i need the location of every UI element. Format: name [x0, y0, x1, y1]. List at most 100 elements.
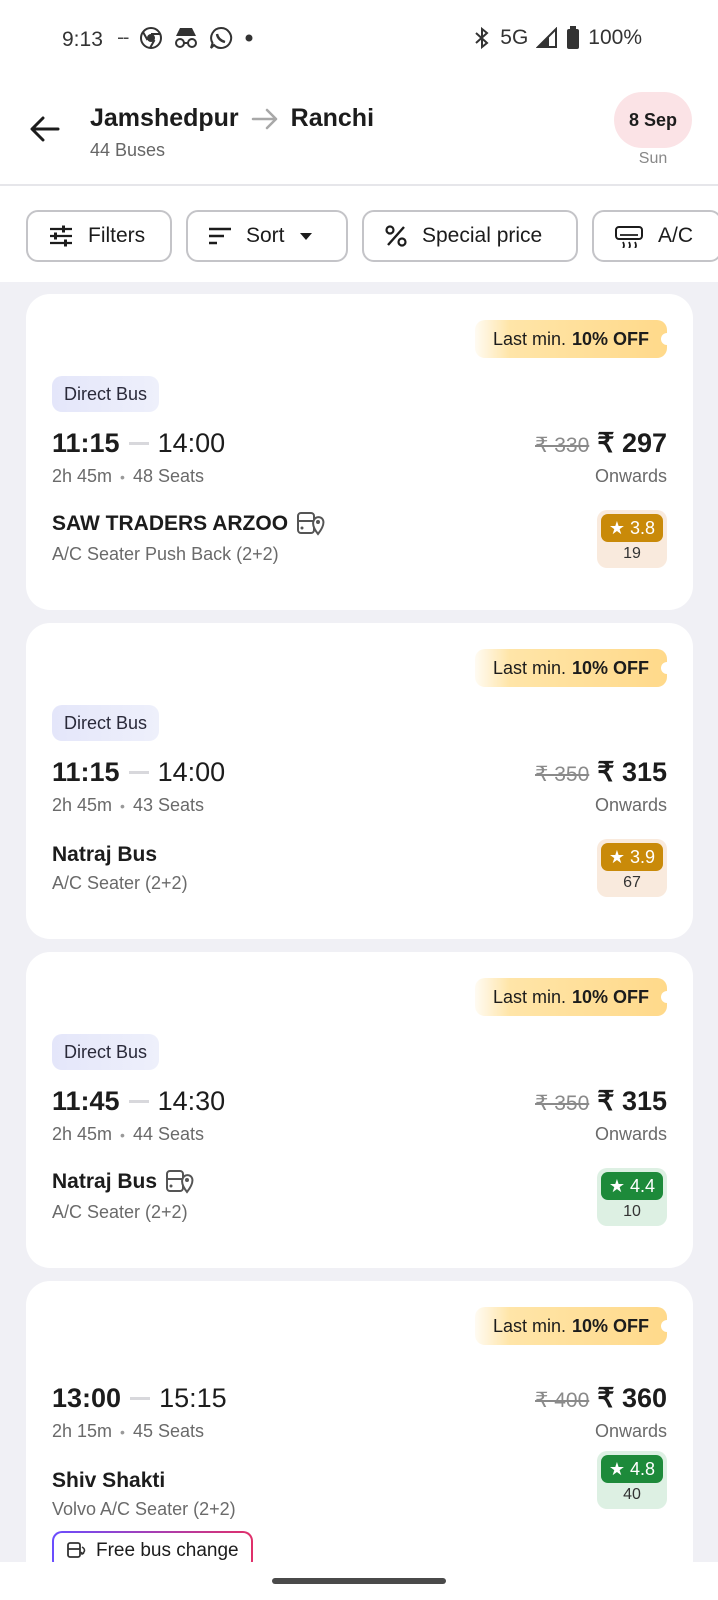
star-icon: ★ [608, 517, 626, 538]
rating-score: ★ 4.4 [601, 1172, 663, 1200]
star-icon: ★ [608, 1458, 626, 1479]
battery-icon [567, 26, 580, 49]
departure-time: 11:45 [52, 1086, 120, 1116]
home-indicator[interactable] [272, 1578, 446, 1584]
rating-score: ★ 4.8 [601, 1455, 663, 1483]
fare: ₹ 350 ₹ 315 [535, 757, 667, 788]
special-price-chip-label: Special price [422, 224, 543, 247]
sort-icon [209, 227, 231, 245]
rating-score: ★ 3.9 [601, 843, 663, 871]
discounted-price: ₹ 315 [597, 757, 667, 787]
offer-prefix: Last min. [492, 1315, 566, 1336]
offer-prefix: Last min. [492, 657, 566, 678]
battery-level: 100% [588, 26, 642, 49]
time-separator [128, 442, 149, 445]
offer-prefix: Last min. [492, 986, 566, 1007]
rating-badge[interactable]: ★ 4.8 40 [597, 1451, 667, 1509]
arrival-time: 15:15 [159, 1383, 227, 1413]
route-header: Jamshedpur Ranchi 44 Buses 8 Sep Sun [0, 88, 718, 184]
filters-chip[interactable]: Filters [26, 210, 172, 262]
rating-count: 19 [623, 545, 641, 562]
price-note: Onwards [594, 1124, 667, 1144]
offer-badge: Last min. 10% OFF [474, 320, 673, 358]
offer-prefix: Last min. [492, 328, 566, 349]
offer-badge: Last min. 10% OFF [474, 649, 673, 687]
offer-discount: 10% OFF [571, 1315, 649, 1336]
time-separator [130, 1397, 151, 1400]
offer-discount: 10% OFF [571, 657, 649, 678]
journey-times: 11:45 14:30 [52, 1086, 225, 1117]
date-weekday: Sun [638, 150, 668, 167]
price-note: Onwards [594, 1421, 667, 1441]
rating-badge[interactable]: ★ 4.4 10 [597, 1168, 667, 1226]
header-divider [0, 184, 718, 186]
seats-available: 45 Seats [132, 1421, 205, 1441]
journey-times: 11:15 14:00 [52, 757, 225, 788]
seats-available: 48 Seats [132, 466, 205, 486]
bus-card[interactable]: Last min. 10% OFF Direct Bus 11:45 14:30 … [26, 952, 693, 1268]
bus-type: A/C Seater (2+2) [52, 873, 188, 893]
bus-card[interactable]: Last min. 10% OFF Direct Bus 11:15 14:00 … [26, 623, 693, 939]
sort-chip-label: Sort [246, 224, 285, 247]
network-type: 5G [500, 26, 529, 49]
journey-meta: 2h 45m • 44 Seats [52, 1124, 205, 1144]
duration: 2h 15m [52, 1421, 113, 1441]
status-time: 9:13 [62, 28, 103, 51]
destination-city: Ranchi [290, 104, 375, 132]
bus-type: Volvo A/C Seater (2+2) [52, 1499, 236, 1519]
bus-card[interactable]: Last min. 10% OFF 13:00 15:15 2h 15m • 45 S… [26, 1281, 693, 1600]
ac-chip[interactable]: A/C [592, 210, 718, 262]
free-bus-change-label: Free bus change [96, 1540, 239, 1561]
duration: 2h 45m [52, 1124, 113, 1144]
sort-chip[interactable]: Sort [186, 210, 348, 262]
operator-name: SAW TRADERS ARZOO [52, 512, 289, 535]
journey-meta: 2h 15m • 45 Seats [52, 1421, 205, 1441]
time-separator [128, 1100, 149, 1103]
operator: Shiv Shakti [52, 1469, 165, 1493]
date-selector[interactable]: 8 Sep [614, 92, 692, 148]
arrival-time: 14:00 [157, 757, 226, 787]
direct-bus-tag: Direct Bus [52, 376, 160, 412]
special-price-chip[interactable]: Special price [362, 210, 578, 262]
caret-down-icon [299, 233, 312, 240]
offer-discount: 10% OFF [571, 328, 649, 349]
route-title: Jamshedpur Ranchi [90, 104, 374, 133]
original-price: ₹ 350 [535, 1092, 590, 1115]
operator: Natraj Bus [52, 843, 157, 867]
star-icon: ★ [608, 846, 626, 867]
chrome-icon [140, 27, 162, 49]
departure-time: 11:15 [52, 428, 120, 458]
live-tracking-icon [297, 512, 325, 536]
original-price: ₹ 350 [535, 763, 590, 786]
time-separator [128, 771, 149, 774]
journey-meta: 2h 45m • 48 Seats [52, 466, 205, 486]
duration: 2h 45m [52, 466, 113, 486]
operator: Natraj Bus [52, 1168, 195, 1196]
rating-count: 67 [623, 874, 641, 891]
back-arrow-icon[interactable] [28, 112, 62, 146]
offer-badge: Last min. 10% OFF [474, 978, 673, 1016]
filters-chip-label: Filters [88, 224, 146, 247]
fare: ₹ 350 ₹ 315 [535, 1086, 667, 1117]
live-tracking-icon [166, 1170, 194, 1194]
percent-icon [385, 225, 407, 247]
system-status: 5G 100% [472, 26, 642, 50]
operator: SAW TRADERS ARZOO [52, 510, 326, 538]
discounted-price: ₹ 297 [597, 428, 667, 458]
duration: 2h 45m [52, 795, 113, 815]
bluetooth-icon [475, 26, 489, 50]
rating-badge[interactable]: ★ 3.9 67 [597, 839, 667, 897]
fare: ₹ 400 ₹ 360 [535, 1383, 667, 1414]
rating-count: 10 [623, 1203, 641, 1220]
arrival-time: 14:00 [157, 428, 226, 458]
offer-discount: 10% OFF [571, 986, 649, 1007]
rating-badge[interactable]: ★ 3.8 19 [597, 510, 667, 568]
notification-icons: ▬▬ [118, 26, 255, 50]
journey-times: 11:15 14:00 [52, 428, 225, 459]
bus-card[interactable]: Last min. 10% OFF Direct Bus 11:15 14:00 … [26, 294, 693, 610]
discounted-price: ₹ 360 [597, 1383, 667, 1413]
rating-count: 40 [623, 1486, 641, 1503]
mini-notification-icon: ▬▬ [118, 35, 129, 41]
whatsapp-icon [210, 26, 233, 49]
star-icon: ★ [608, 1175, 626, 1196]
